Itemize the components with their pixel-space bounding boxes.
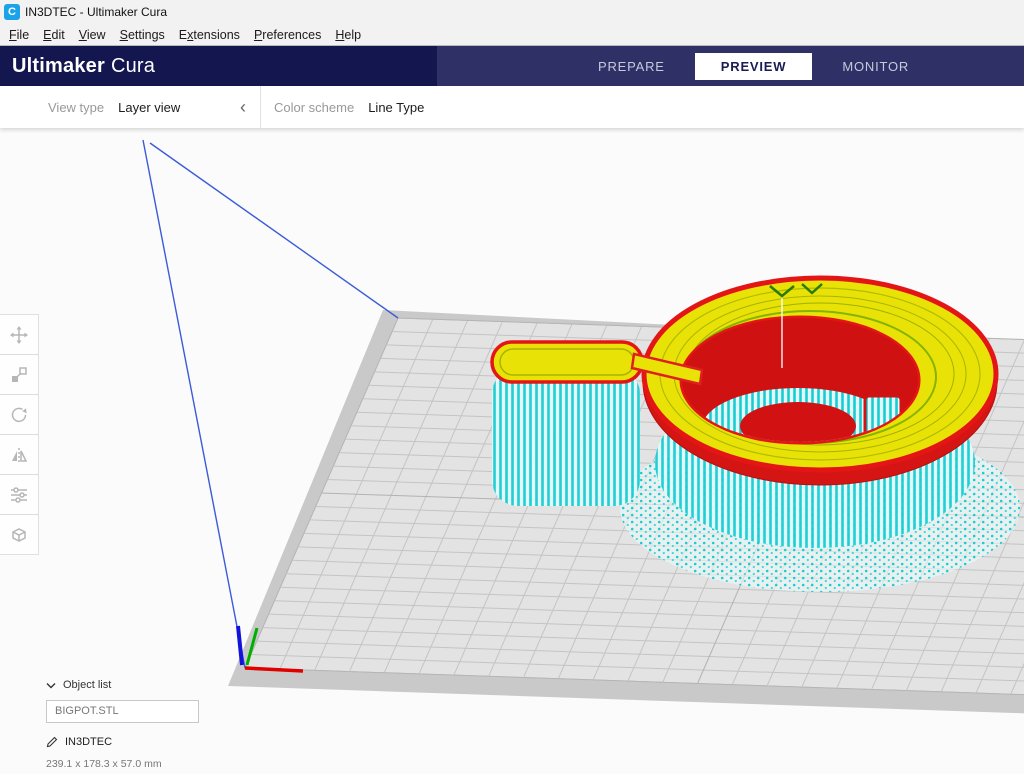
printer-name-row[interactable]: IN3DTEC [46,736,199,748]
model-dimensions: 239.1 x 178.3 x 57.0 mm [46,758,199,770]
rotate-tool-button[interactable] [0,394,39,435]
menu-edit[interactable]: Edit [36,28,72,42]
tab-monitor[interactable]: MONITOR [842,59,909,74]
move-icon [9,325,29,345]
menu-view[interactable]: View [72,28,113,42]
color-scheme-dropdown[interactable]: Color scheme Line Type [274,100,424,115]
object-list-toggle[interactable]: Object list [46,679,199,691]
menu-settings[interactable]: Settings [113,28,172,42]
support-blocker-button[interactable] [0,514,39,555]
object-list-panel: Object list BIGPOT.STL IN3DTEC 239.1 x 1… [46,679,199,770]
viewport-3d-container: Object list BIGPOT.STL IN3DTEC 239.1 x 1… [0,128,1024,774]
menu-preferences[interactable]: Preferences [247,28,328,42]
window-title: IN3DTEC - Ultimaker Cura [25,5,167,19]
view-type-dropdown[interactable]: View type Layer view ‹ [48,98,260,116]
object-list-label: Object list [63,679,111,691]
brand-zone: Ultimaker Cura [0,46,437,86]
view-type-label: View type [48,100,104,115]
scale-icon [9,365,29,385]
view-options-bar: View type Layer view ‹ Color scheme Line… [0,86,1024,128]
rotate-icon [9,405,29,425]
per-model-settings-icon [9,485,29,505]
move-tool-button[interactable] [0,314,39,355]
axis-z [238,626,242,665]
printer-name: IN3DTEC [65,736,112,748]
cura-app-icon: C [4,4,20,20]
per-model-settings-button[interactable] [0,474,39,515]
scale-tool-button[interactable] [0,354,39,395]
brand-logo: Ultimaker Cura [12,55,155,78]
tab-preview[interactable]: PREVIEW [695,53,813,80]
main-header: Ultimaker Cura PREPARE PREVIEW MONITOR [0,46,1024,86]
mirror-tool-button[interactable] [0,434,39,475]
tool-column [0,315,39,555]
tab-prepare[interactable]: PREPARE [598,59,665,74]
object-list-item[interactable]: BIGPOT.STL [46,700,199,723]
menu-extensions[interactable]: Extensions [172,28,247,42]
viewport-3d[interactable] [0,128,1024,774]
stage-tabs: PREPARE PREVIEW MONITOR [598,46,909,86]
chevron-left-icon[interactable]: ‹ [240,98,246,116]
pencil-icon [46,736,58,748]
viewbar-divider [260,86,261,128]
support-blocker-icon [9,525,29,545]
menu-file[interactable]: File [2,28,36,42]
view-type-value[interactable]: Layer view [118,100,180,115]
brand-secondary: Cura [111,55,155,77]
chevron-down-icon [46,682,56,689]
menu-bar: FileEditViewSettingsExtensionsPreference… [0,24,1024,46]
mirror-icon [9,445,29,465]
color-scheme-value[interactable]: Line Type [368,100,424,115]
window-title-bar: C IN3DTEC - Ultimaker Cura [0,0,1024,24]
brand-primary: Ultimaker [12,55,105,77]
color-scheme-label: Color scheme [274,100,354,115]
menu-help[interactable]: Help [328,28,368,42]
